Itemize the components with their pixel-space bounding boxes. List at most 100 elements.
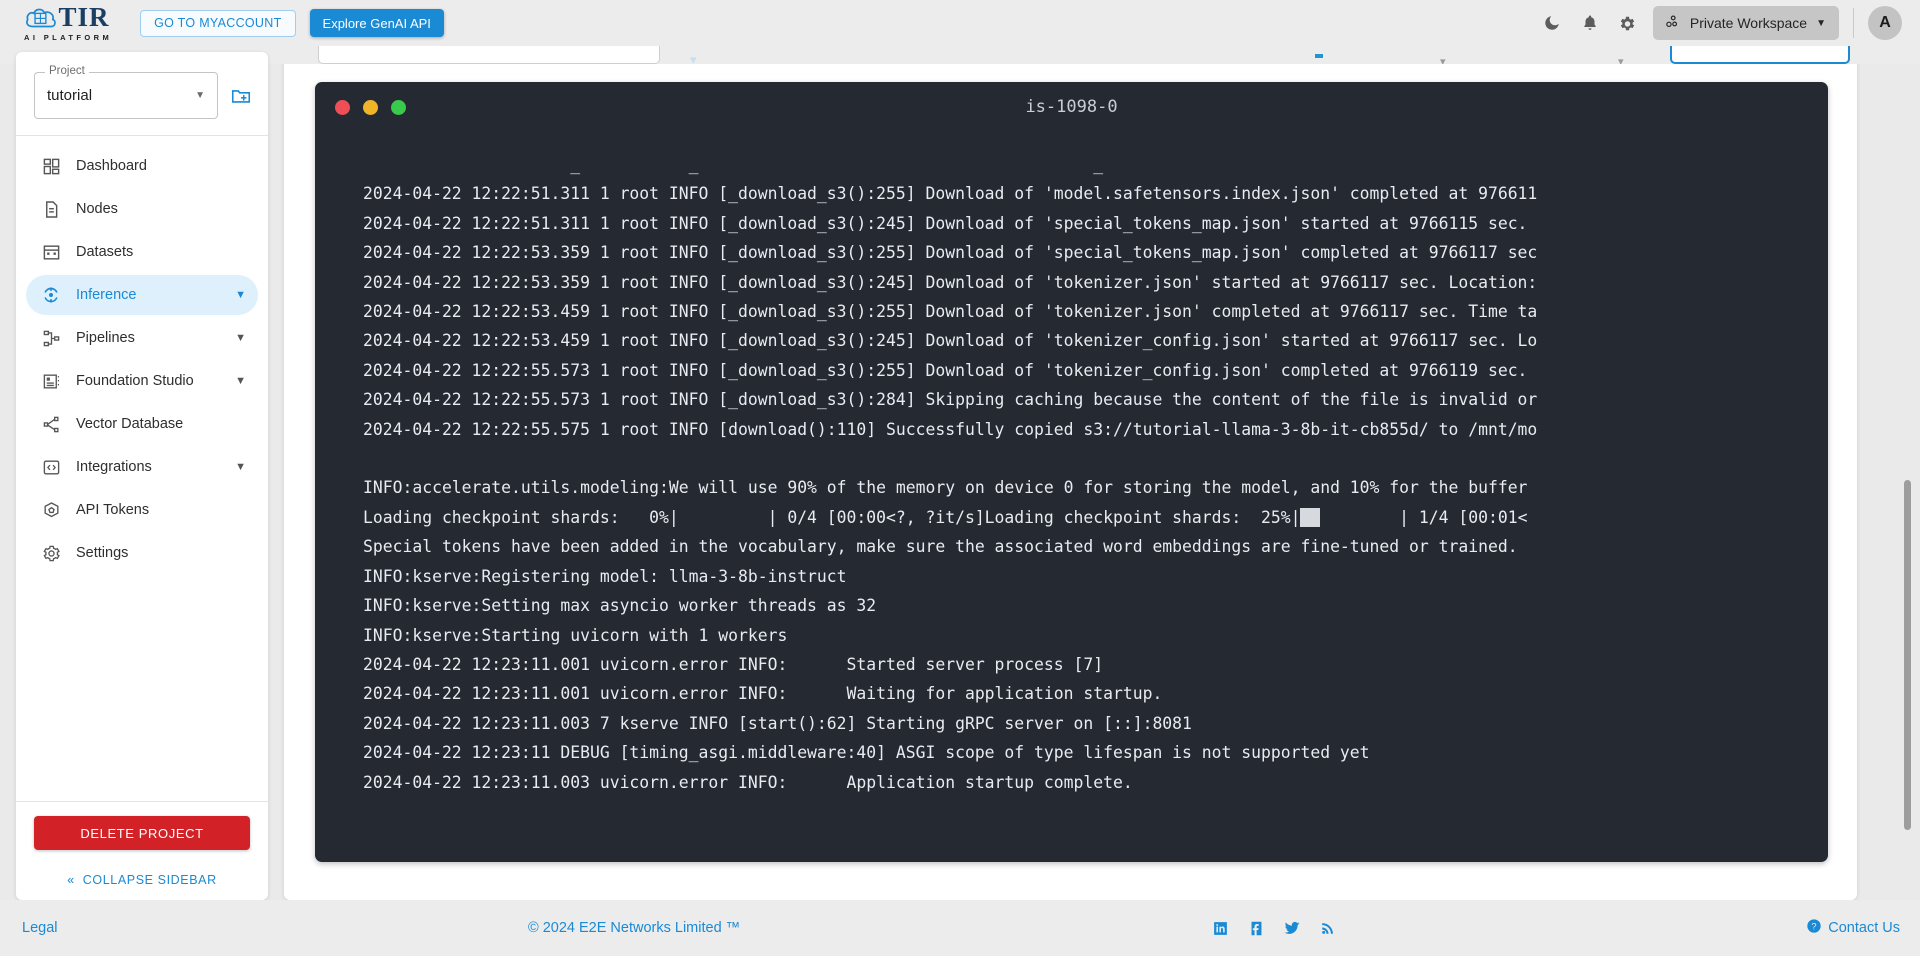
twitter-icon[interactable]: [1282, 918, 1302, 938]
app-root: ▾ ▾ ▾ TIR AI PLATFORM GO TO MYACCOUNT Ex…: [0, 0, 1920, 956]
terminal-line: INFO:kserve:Registering model: llma-3-8b…: [363, 566, 847, 586]
dashboard-icon: [40, 155, 62, 177]
sidebar-item-label: Integrations: [76, 459, 152, 475]
sidebar-item-label: Vector Database: [76, 416, 184, 432]
terminal-line: 2024-04-22 12:23:11.001 uvicorn.error IN…: [363, 654, 1104, 674]
cloud-logo-icon: [25, 6, 59, 30]
primary-action-button-partial[interactable]: [1670, 46, 1850, 64]
document-icon: [40, 198, 62, 220]
terminal-line: 2024-04-22 12:22:55.573 1 root INFO [_do…: [363, 360, 1528, 380]
workspace-label: Private Workspace: [1689, 15, 1808, 31]
sidebar-footer: DELETE PROJECT « COLLAPSE SIDEBAR: [16, 801, 268, 900]
chevron-down-icon: ▼: [195, 90, 205, 101]
moon-icon[interactable]: [1533, 4, 1571, 42]
terminal-line: _ _ _: [570, 155, 1104, 174]
sidebar-item-inference[interactable]: Inference ▼: [26, 275, 258, 315]
sidebar-nav: Dashboard Nodes Datasets Inference ▼ Pip…: [16, 136, 268, 576]
terminal-line: Special tokens have been added in the vo…: [363, 537, 1518, 557]
sidebar-item-vector-database[interactable]: Vector Database: [26, 404, 258, 444]
brand-name: TIR: [58, 2, 110, 32]
sidebar-item-label: Foundation Studio: [76, 373, 194, 389]
sidebar-item-pipelines[interactable]: Pipelines ▼: [26, 318, 258, 358]
terminal-line: 2024-04-22 12:22:53.359 1 root INFO [_do…: [363, 243, 1538, 263]
terminal-line: INFO:accelerate.utils.modeling:We will u…: [363, 478, 1528, 498]
contact-us-link[interactable]: ? Contact Us: [1806, 918, 1900, 938]
project-select[interactable]: Project tutorial ▼: [34, 65, 218, 119]
workspace-selector[interactable]: Private Workspace ▼: [1652, 6, 1839, 40]
terminal-line: 2024-04-22 12:22:55.575 1 root INFO [dow…: [363, 419, 1538, 439]
sidebar-item-dashboard[interactable]: Dashboard: [26, 146, 258, 186]
bell-icon[interactable]: [1571, 4, 1609, 42]
terminal-progress-line: Loading checkpoint shards: 0%| | 0/4 [00…: [363, 507, 1528, 527]
delete-project-button[interactable]: DELETE PROJECT: [34, 816, 250, 850]
linkedin-icon[interactable]: [1210, 918, 1230, 938]
project-label: Project: [45, 65, 89, 77]
sidebar-item-label: Dashboard: [76, 158, 147, 174]
project-selector-row: Project tutorial ▼: [16, 52, 268, 135]
brand-subtitle: AI PLATFORM: [24, 33, 113, 42]
chevron-down-icon: ▾: [690, 52, 697, 64]
facebook-icon[interactable]: [1246, 918, 1266, 938]
code-brackets-icon: [40, 456, 62, 478]
terminal-line: INFO:kserve:Starting uvicorn with 1 work…: [363, 625, 788, 645]
terminal-line: 2024-04-22 12:22:53.459 1 root INFO [_do…: [363, 302, 1538, 322]
collapse-sidebar-button[interactable]: « COLLAPSE SIDEBAR: [16, 860, 268, 900]
legal-link[interactable]: Legal: [22, 920, 57, 936]
sidebar-item-settings[interactable]: Settings: [26, 533, 258, 573]
explore-genai-api-button[interactable]: Explore GenAI API: [309, 9, 444, 37]
sidebar-item-integrations[interactable]: Integrations ▼: [26, 447, 258, 487]
sidebar-item-api-tokens[interactable]: API Tokens: [26, 490, 258, 530]
terminal-line: 2024-04-22 12:23:11.003 uvicorn.error IN…: [363, 772, 1133, 792]
chevron-down-icon: ▼: [235, 332, 246, 344]
search-field-partial[interactable]: [318, 46, 660, 64]
sidebar-item-nodes[interactable]: Nodes: [26, 189, 258, 229]
terminal-line: 2024-04-22 12:22:53.359 1 root INFO [_do…: [363, 272, 1538, 292]
sidebar-item-label: Inference: [76, 287, 137, 303]
terminal-title-bar: is-1098-0: [315, 82, 1828, 132]
collapse-sidebar-label: COLLAPSE SIDEBAR: [82, 873, 217, 887]
sidebar-item-datasets[interactable]: Datasets: [26, 232, 258, 272]
go-to-myaccount-button[interactable]: GO TO MYACCOUNT: [140, 9, 296, 37]
sidebar-item-label: API Tokens: [76, 502, 150, 518]
social-links: [1210, 918, 1338, 938]
sidebar-item-label: Datasets: [76, 244, 134, 260]
pipeline-icon: [40, 327, 62, 349]
terminal-title: is-1098-0: [1025, 97, 1118, 117]
contact-us-label: Contact Us: [1828, 920, 1900, 936]
header-divider: [1853, 8, 1854, 38]
sidebar-item-foundation-studio[interactable]: Foundation Studio ▼: [26, 361, 258, 401]
terminal-line: 2024-04-22 12:22:51.311 1 root INFO [_do…: [363, 184, 1538, 204]
new-folder-icon[interactable]: [228, 83, 254, 109]
avatar[interactable]: A: [1868, 6, 1902, 40]
brand-logo[interactable]: TIR AI PLATFORM: [22, 2, 113, 43]
terminal-line: 2024-04-22 12:22:51.311 1 root INFO [_do…: [363, 213, 1528, 233]
rss-icon[interactable]: [1318, 918, 1338, 938]
foundation-icon: [40, 370, 62, 392]
terminal-log-output[interactable]: _ _ _ 2024-04-22 12:22:51.311 1 root INF…: [315, 132, 1828, 797]
header-actions: Private Workspace ▼ A: [1533, 4, 1920, 42]
sidebar-item-label: Nodes: [76, 201, 118, 217]
sidebar-item-label: Settings: [76, 545, 129, 561]
chevron-down-icon: ▼: [235, 461, 246, 473]
progress-bar-fill: ██: [1300, 507, 1321, 527]
token-icon: [40, 499, 62, 521]
obscured-toolbar-row: ▾ ▾ ▾: [0, 46, 1920, 64]
terminal-line: 2024-04-22 12:23:11.001 uvicorn.error IN…: [363, 684, 1163, 704]
chevron-down-icon: ▼: [235, 375, 246, 387]
gear-icon[interactable]: [1609, 4, 1647, 42]
question-circle-icon: ?: [1806, 918, 1822, 938]
page-scrollbar-thumb[interactable]: [1904, 480, 1911, 830]
terminal-line: 2024-04-22 12:22:55.573 1 root INFO [_do…: [363, 390, 1538, 410]
active-tab-indicator: [1315, 54, 1323, 58]
toolbar-icon-partial-2[interactable]: ▾: [1618, 55, 1624, 64]
project-value: tutorial: [47, 87, 93, 104]
sidebar-item-label: Pipelines: [76, 330, 135, 346]
vector-database-icon: [40, 413, 62, 435]
left-sidebar: Project tutorial ▼ Dashboard Nodes Datas…: [16, 52, 268, 900]
gear-icon: [40, 542, 62, 564]
toolbar-icon-partial-1[interactable]: ▾: [1440, 55, 1446, 64]
terminal-line: 2024-04-22 12:23:11 DEBUG [timing_asgi.m…: [363, 743, 1370, 763]
terminal-line: 2024-04-22 12:23:11.003 7 kserve INFO [s…: [363, 713, 1192, 733]
inference-icon: [40, 284, 62, 306]
